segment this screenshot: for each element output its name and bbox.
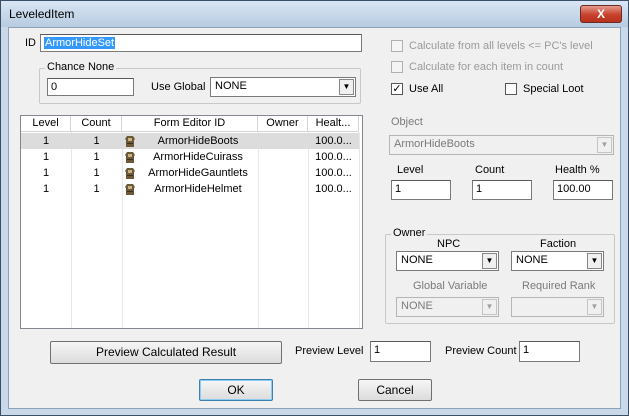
object-dropdown[interactable]: ArmorHideBoots ▼ [389, 135, 614, 155]
cell-count: 1 [93, 183, 100, 195]
calc-all-levels-checkbox[interactable]: Calculate from all levels <= PC's level [391, 40, 593, 53]
checkbox-box[interactable] [391, 61, 403, 74]
cell-owner [258, 165, 308, 181]
global-variable-value: NONE [401, 300, 433, 312]
id-value: ArmorHideSet [44, 37, 116, 49]
use-all-label: Use All [409, 83, 444, 95]
window-title: LeveledItem [9, 7, 75, 21]
chevron-down-icon[interactable]: ▼ [587, 253, 602, 269]
npc-dropdown[interactable]: NONE ▼ [396, 251, 499, 271]
table-row[interactable]: 1 1 ArmorHideBoots 100.0... [21, 133, 359, 149]
cell-count: 1 [93, 135, 100, 147]
faction-value: NONE [516, 254, 548, 266]
armor-icon [122, 181, 138, 197]
checkbox-box[interactable] [391, 40, 403, 53]
cell-form-id: ArmorHideGauntlets [148, 167, 248, 179]
use-global-dropdown[interactable]: NONE ▼ [210, 77, 356, 97]
table-row[interactable]: 1 1 ArmorHideHelmet 100.0... [21, 181, 359, 197]
use-global-label: Use Global [151, 81, 206, 93]
use-global-value: NONE [215, 80, 247, 92]
preview-level-input[interactable]: 1 [370, 341, 431, 362]
faction-dropdown[interactable]: NONE ▼ [511, 251, 604, 271]
column-header-owner[interactable]: Owner [258, 116, 308, 132]
checkbox-box-checked[interactable]: ✓ [391, 83, 403, 96]
cell-level: 1 [42, 183, 50, 195]
object-label: Object [391, 116, 423, 128]
global-variable-dropdown[interactable]: NONE ▼ [396, 297, 499, 317]
dialog-client: ID ArmorHideSet Chance None 0 Use Global… [8, 27, 621, 409]
count-label: Count [475, 164, 505, 176]
chevron-down-icon[interactable]: ▼ [482, 253, 497, 269]
npc-value: NONE [401, 254, 433, 266]
chevron-down-icon[interactable]: ▼ [339, 79, 354, 95]
level-input[interactable]: 1 [391, 180, 451, 200]
leveled-list-table[interactable]: Level Count Form Editor ID Owner Healt..… [20, 115, 363, 329]
calc-each-item-label: Calculate for each item in count [409, 61, 564, 73]
checkbox-box[interactable] [505, 83, 517, 96]
chevron-down-icon[interactable]: ▼ [597, 137, 612, 153]
column-header-level[interactable]: Level [21, 116, 71, 132]
required-rank-label: Required Rank [522, 280, 596, 292]
cell-count: 1 [93, 151, 100, 163]
cell-health: 100.0... [315, 135, 352, 147]
table-row[interactable]: 1 1 ArmorHideCuirass 100.0... [21, 149, 359, 165]
required-rank-dropdown[interactable]: ▼ [511, 297, 604, 317]
calc-each-item-checkbox[interactable]: Calculate for each item in count [391, 61, 564, 74]
table-row[interactable]: 1 1 ArmorHideGauntlets 100.0... [21, 165, 359, 181]
cell-level: 1 [42, 167, 50, 179]
preview-level-label: Preview Level [295, 345, 364, 357]
preview-count-label: Preview Count [445, 345, 517, 357]
leveled-item-window: LeveledItem X ID ArmorHideSet Chance Non… [0, 0, 629, 416]
level-label: Level [397, 164, 424, 176]
chance-none-input[interactable]: 0 [47, 78, 134, 96]
column-divider [359, 132, 360, 328]
armor-icon [122, 165, 138, 181]
cell-form-id: ArmorHideHelmet [154, 183, 242, 195]
use-all-checkbox[interactable]: ✓ Use All [391, 83, 444, 96]
ok-button[interactable]: OK [199, 379, 273, 401]
count-input[interactable]: 1 [472, 180, 532, 200]
cell-count: 1 [93, 167, 100, 179]
id-label: ID [25, 37, 36, 49]
cell-form-id: ArmorHideCuirass [153, 151, 243, 163]
cell-health: 100.0... [315, 151, 352, 163]
global-variable-label: Global Variable [413, 280, 488, 292]
owner-label: Owner [391, 227, 428, 239]
preview-count-input[interactable]: 1 [519, 341, 580, 362]
cell-health: 100.0... [315, 167, 352, 179]
chance-none-label: Chance None [45, 61, 117, 73]
special-loot-label: Special Loot [523, 83, 584, 95]
cell-owner [258, 149, 308, 165]
cancel-button[interactable]: Cancel [358, 379, 432, 401]
cell-owner [258, 181, 308, 197]
cell-level: 1 [42, 135, 50, 147]
cell-owner [258, 133, 308, 149]
armor-icon [122, 133, 138, 149]
column-header-health[interactable]: Healt... [308, 116, 359, 132]
chevron-down-icon[interactable]: ▼ [482, 299, 497, 315]
health-input[interactable]: 100.00 [553, 180, 613, 200]
faction-label: Faction [540, 238, 577, 250]
column-header-count[interactable]: Count [71, 116, 122, 132]
title-bar[interactable]: LeveledItem X [1, 1, 628, 27]
column-header-form-id[interactable]: Form Editor ID [122, 116, 258, 132]
special-loot-checkbox[interactable]: Special Loot [505, 83, 584, 96]
health-label: Health % [555, 164, 600, 176]
close-button[interactable]: X [580, 5, 622, 23]
chevron-down-icon[interactable]: ▼ [587, 299, 602, 315]
preview-calculated-result-button[interactable]: Preview Calculated Result [50, 341, 282, 364]
armor-icon [122, 149, 138, 165]
object-value: ArmorHideBoots [394, 138, 475, 150]
cell-form-id: ArmorHideBoots [157, 135, 239, 147]
cell-health: 100.0... [315, 183, 352, 195]
npc-label: NPC [437, 238, 461, 250]
calc-all-levels-label: Calculate from all levels <= PC's level [409, 40, 593, 52]
id-field[interactable]: ArmorHideSet [40, 34, 362, 52]
cell-level: 1 [42, 151, 50, 163]
